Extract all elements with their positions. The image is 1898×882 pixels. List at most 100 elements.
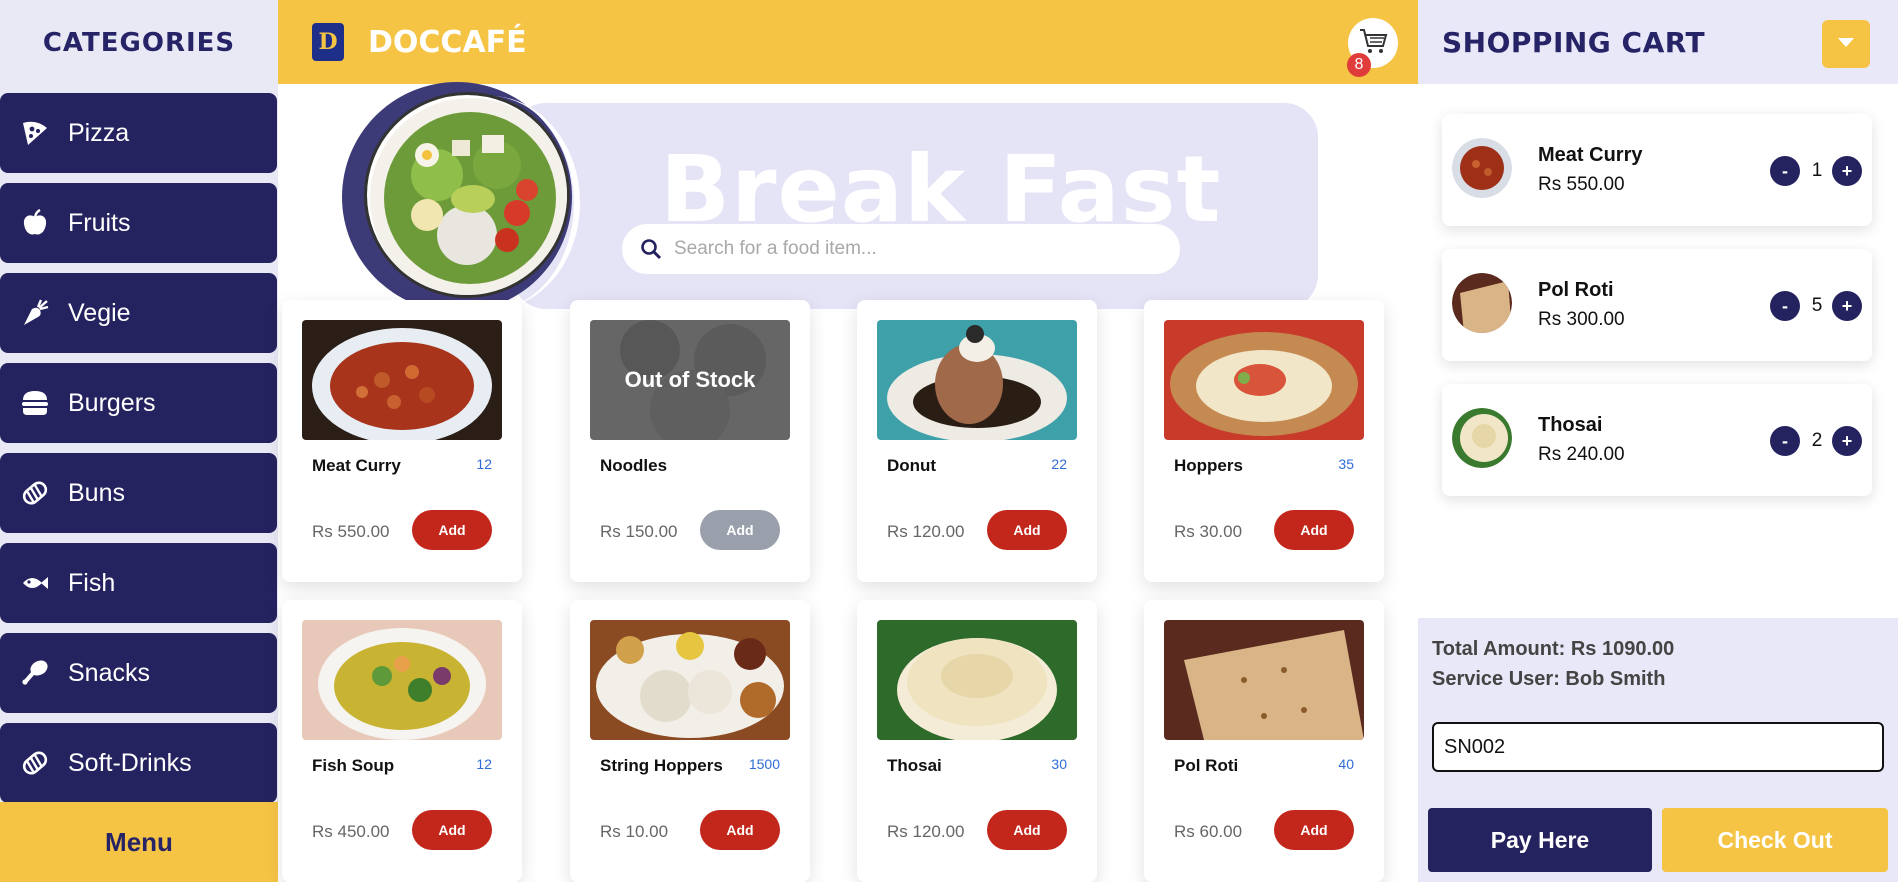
- category-label: Vegie: [68, 298, 131, 327]
- product-card-string-hoppers: String Hoppers 1500 Rs 10.00 Add: [570, 600, 810, 882]
- search-icon: [634, 238, 668, 260]
- brand-name: DOCCAFÉ: [368, 24, 527, 60]
- product-stock-count: 35: [1338, 456, 1354, 472]
- add-button[interactable]: Add: [987, 810, 1067, 850]
- product-name: Fish Soup: [312, 756, 395, 775]
- category-label: Burgers: [68, 388, 156, 417]
- drumstick-icon: [18, 656, 52, 690]
- cart-count-badge: 8: [1347, 53, 1371, 77]
- category-label: Buns: [68, 478, 125, 507]
- hoppers-image: [1164, 320, 1364, 440]
- doccafe-logo: D: [312, 23, 344, 61]
- product-card-thosai: Thosai 30 Rs 120.00 Add: [857, 600, 1097, 882]
- product-name: Noodles: [600, 456, 668, 475]
- increase-quantity-button[interactable]: +: [1832, 156, 1862, 186]
- product-stock-count: 22: [1051, 456, 1067, 472]
- category-label: Snacks: [68, 658, 150, 687]
- category-item-soft-drinks[interactable]: Soft-Drinks: [0, 723, 277, 803]
- total-amount: Total Amount: Rs 1090.00: [1432, 638, 1675, 660]
- cart-item: Thosai Rs 240.00 - 2 +: [1442, 384, 1872, 496]
- product-price: Rs 120.00: [887, 822, 965, 841]
- cart-dropdown-button[interactable]: [1822, 20, 1870, 68]
- add-button[interactable]: Add: [1274, 810, 1354, 850]
- cart-item-name: Pol Roti: [1538, 279, 1614, 301]
- add-button[interactable]: Add: [700, 810, 780, 850]
- product-price: Rs 550.00: [312, 522, 390, 541]
- menu-button[interactable]: Menu: [0, 802, 278, 882]
- product-stock-count: 30: [1051, 756, 1067, 772]
- cart-item-quantity: 1: [1811, 160, 1823, 181]
- category-item-burgers[interactable]: Burgers: [0, 363, 277, 443]
- cart-item-name: Thosai: [1538, 414, 1603, 436]
- category-label: Fruits: [68, 208, 131, 237]
- product-name: Meat Curry: [312, 456, 401, 475]
- product-name: Hoppers: [1174, 456, 1243, 475]
- product-price: Rs 60.00: [1174, 822, 1243, 841]
- product-name: String Hoppers: [600, 756, 723, 775]
- product-name: Thosai: [887, 756, 942, 775]
- cart-item-quantity: 5: [1811, 295, 1823, 316]
- add-button[interactable]: Add: [412, 810, 492, 850]
- carrot-icon: [18, 296, 52, 330]
- increase-quantity-button[interactable]: +: [1832, 291, 1862, 321]
- search-input[interactable]: [674, 238, 1154, 260]
- category-item-buns[interactable]: Buns: [0, 453, 277, 533]
- decrease-quantity-button[interactable]: -: [1770, 291, 1800, 321]
- category-list: Pizza Fruits Vegie Burgers Buns Fish Sna…: [0, 93, 277, 813]
- donut-image: [877, 320, 1077, 440]
- fish-icon: [18, 566, 52, 600]
- category-label: Fish: [68, 568, 116, 597]
- product-card-donut: Donut 22 Rs 120.00 Add: [857, 300, 1097, 582]
- pizza-icon: [18, 116, 52, 150]
- add-button[interactable]: Add: [412, 510, 492, 550]
- product-price: Rs 150.00: [600, 522, 678, 541]
- category-label: Pizza: [68, 118, 130, 147]
- cart-item-price: Rs 240.00: [1538, 444, 1625, 465]
- product-name: Pol Roti: [1174, 756, 1239, 775]
- add-button[interactable]: Add: [1274, 510, 1354, 550]
- category-item-pizza[interactable]: Pizza: [0, 93, 277, 173]
- category-item-fish[interactable]: Fish: [0, 543, 277, 623]
- check-out-button[interactable]: Check Out: [1662, 808, 1888, 872]
- product-stock-count: 1500: [748, 756, 780, 772]
- category-item-snacks[interactable]: Snacks: [0, 633, 277, 713]
- product-name: Donut: [887, 456, 937, 475]
- category-item-vegie[interactable]: Vegie: [0, 273, 277, 353]
- product-price: Rs 120.00: [887, 522, 965, 541]
- pay-here-button[interactable]: Pay Here: [1428, 808, 1652, 872]
- product-stock-count: 40: [1338, 756, 1354, 772]
- service-user: Service User: Bob Smith: [1432, 668, 1666, 690]
- cart-item: Meat Curry Rs 550.00 - 1 +: [1442, 114, 1872, 226]
- product-stock-count: 12: [476, 756, 492, 772]
- add-button[interactable]: Add: [987, 510, 1067, 550]
- product-stock-count: 12: [476, 456, 492, 472]
- increase-quantity-button[interactable]: +: [1832, 426, 1862, 456]
- bread-icon: [18, 746, 52, 780]
- cart-item: Pol Roti Rs 300.00 - 5 +: [1442, 249, 1872, 361]
- add-button-disabled[interactable]: Add: [700, 510, 780, 550]
- top-bar: D DOCCAFÉ 8: [278, 0, 1418, 84]
- cart-item-name: Meat Curry: [1538, 144, 1643, 166]
- cart-item-price: Rs 550.00: [1538, 174, 1625, 195]
- category-item-fruits[interactable]: Fruits: [0, 183, 277, 263]
- service-user-id-input[interactable]: [1432, 722, 1884, 772]
- thosai-image: [877, 620, 1077, 740]
- product-price: Rs 450.00: [312, 822, 390, 841]
- string-hoppers-image: [590, 620, 790, 740]
- categories-title: CATEGORIES: [42, 28, 236, 58]
- product-price: Rs 10.00: [600, 822, 669, 841]
- product-card-hoppers: Hoppers 35 Rs 30.00 Add: [1144, 300, 1384, 582]
- cart-item-price: Rs 300.00: [1538, 309, 1625, 330]
- apple-icon: [18, 206, 52, 240]
- product-card-fish-soup: Fish Soup 12 Rs 450.00 Add: [282, 600, 522, 882]
- cart-item-image: [1452, 408, 1512, 468]
- product-price: Rs 30.00: [1174, 522, 1243, 541]
- decrease-quantity-button[interactable]: -: [1770, 156, 1800, 186]
- meat-curry-image: [302, 320, 502, 440]
- decrease-quantity-button[interactable]: -: [1770, 426, 1800, 456]
- shopping-cart-panel: SHOPPING CART Meat Curry Rs 550.00 - 1 +…: [1418, 0, 1898, 882]
- pol-roti-image: [1164, 620, 1364, 740]
- order-summary: Total Amount: Rs 1090.00 Service User: B…: [1418, 618, 1898, 882]
- cart-item-quantity: 2: [1811, 430, 1823, 451]
- cart-item-image: [1452, 138, 1512, 198]
